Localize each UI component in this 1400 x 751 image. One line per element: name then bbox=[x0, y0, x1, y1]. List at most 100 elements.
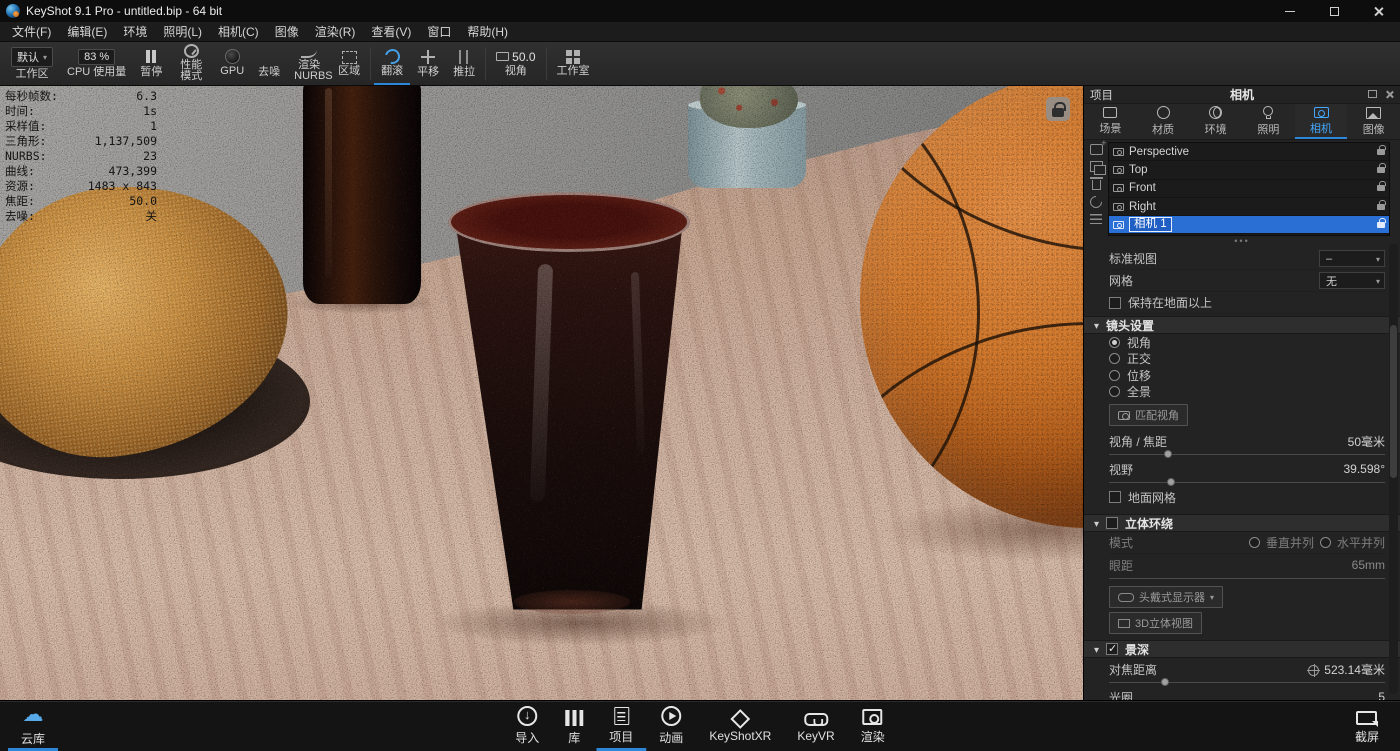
pause-button[interactable]: 暂停 bbox=[133, 42, 169, 85]
scrollbar-thumb[interactable] bbox=[1390, 325, 1397, 478]
add-camera-icon[interactable] bbox=[1090, 144, 1103, 155]
gpu-button[interactable]: GPU bbox=[213, 42, 251, 85]
lock-icon[interactable] bbox=[1377, 149, 1385, 155]
performance-mode-button[interactable]: 性能模式 bbox=[169, 42, 213, 85]
eye-distance-slider[interactable] bbox=[1109, 576, 1385, 579]
camera-row-right[interactable]: Right bbox=[1109, 198, 1389, 216]
camera-row-camera1-selected[interactable]: 相机 1 bbox=[1109, 216, 1389, 234]
menu-image[interactable]: 图像 bbox=[267, 22, 307, 41]
slider-thumb[interactable] bbox=[1167, 478, 1175, 486]
undock-panel-icon[interactable] bbox=[1368, 90, 1377, 98]
close-panel-icon[interactable] bbox=[1385, 90, 1394, 99]
menu-camera[interactable]: 相机(C) bbox=[210, 22, 267, 41]
pan-tool-button[interactable]: 平移 bbox=[410, 42, 446, 85]
menu-edit[interactable]: 编辑(E) bbox=[59, 22, 115, 41]
slider-thumb[interactable] bbox=[1164, 450, 1172, 458]
dof-checkbox[interactable] bbox=[1106, 643, 1118, 655]
tumble-tool-button[interactable]: 翻滚 bbox=[374, 42, 410, 85]
maximize-button[interactable] bbox=[1312, 0, 1356, 22]
camera-list: Perspective Top Front Right 相机 1 bbox=[1108, 142, 1390, 236]
reset-camera-icon[interactable] bbox=[1088, 194, 1105, 211]
main-toolbar: 默认 工作区 83 % CPU 使用量 暂停 性能模式 GPU 去噪 渲染NUR… bbox=[0, 42, 1400, 86]
menu-lighting[interactable]: 照明(L) bbox=[155, 22, 210, 41]
stereo-3d-view-button[interactable]: 3D立体视图 bbox=[1109, 612, 1202, 634]
keyshotxr-button[interactable]: KeyShotXR bbox=[696, 701, 784, 751]
denoise-button[interactable]: 去噪 bbox=[251, 42, 287, 85]
stat-row: 资源:1483 x 843 bbox=[5, 179, 157, 194]
project-document-icon bbox=[614, 707, 629, 725]
slider-thumb[interactable] bbox=[1161, 678, 1169, 686]
side-by-side-horizontal-radio[interactable] bbox=[1320, 537, 1331, 548]
render-button[interactable]: 渲染 bbox=[848, 701, 898, 751]
cpu-usage-indicator[interactable]: 83 % CPU 使用量 bbox=[60, 42, 133, 85]
tab-material[interactable]: 材质 bbox=[1137, 104, 1190, 139]
camera-row-front[interactable]: Front bbox=[1109, 180, 1389, 198]
ground-grid-checkbox[interactable] bbox=[1109, 491, 1121, 503]
tab-scene[interactable]: 场景 bbox=[1084, 104, 1137, 139]
workspace-selector[interactable]: 默认 工作区 bbox=[4, 42, 60, 85]
list-resize-handle[interactable]: ••• bbox=[1084, 236, 1400, 248]
nurbs-curve-icon bbox=[301, 44, 317, 58]
hmd-button[interactable]: 头戴式显示器 bbox=[1109, 586, 1223, 608]
collapse-caret-icon bbox=[1094, 318, 1099, 332]
animation-button[interactable]: 动画 bbox=[646, 701, 696, 751]
stereo-section[interactable]: 立体环绕 bbox=[1084, 514, 1400, 532]
tab-image[interactable]: 图像 bbox=[1347, 104, 1400, 139]
library-button[interactable]: 库 bbox=[552, 701, 596, 751]
perspective-radio[interactable] bbox=[1109, 337, 1120, 348]
stereo-checkbox[interactable] bbox=[1106, 517, 1118, 529]
fov-field[interactable]: 50.0 视角 bbox=[489, 42, 542, 85]
import-button[interactable]: 导入 bbox=[502, 701, 552, 751]
lock-icon[interactable] bbox=[1377, 204, 1385, 210]
render-nurbs-button[interactable]: 渲染NURBS bbox=[287, 42, 331, 85]
menu-render[interactable]: 渲染(R) bbox=[307, 22, 364, 41]
keyvr-button[interactable]: KeyVR bbox=[784, 701, 847, 751]
tab-environment[interactable]: 环境 bbox=[1189, 104, 1242, 139]
lock-icon[interactable] bbox=[1377, 222, 1385, 228]
screenshot-button[interactable]: 截屏 bbox=[1342, 701, 1392, 751]
menu-environment[interactable]: 环境 bbox=[115, 22, 155, 41]
performance-gauge-icon bbox=[184, 44, 199, 58]
shift-radio[interactable] bbox=[1109, 370, 1120, 381]
dof-section[interactable]: 景深 bbox=[1084, 640, 1400, 658]
match-perspective-button[interactable]: 匹配视角 bbox=[1109, 404, 1188, 426]
region-button[interactable]: 区域 bbox=[331, 42, 367, 85]
menu-view[interactable]: 查看(V) bbox=[363, 22, 419, 41]
camera-keyframes-icon[interactable] bbox=[1090, 214, 1102, 224]
camera-row-top[interactable]: Top bbox=[1109, 161, 1389, 179]
camera-row-perspective[interactable]: Perspective bbox=[1109, 143, 1389, 161]
keep-above-ground-checkbox[interactable] bbox=[1109, 297, 1121, 309]
camera-list-tools bbox=[1086, 142, 1106, 236]
viewport-lock-button[interactable] bbox=[1046, 97, 1070, 121]
menu-help[interactable]: 帮助(H) bbox=[459, 22, 516, 41]
menu-file[interactable]: 文件(F) bbox=[4, 22, 59, 41]
tab-lighting[interactable]: 照明 bbox=[1242, 104, 1295, 139]
viewport-3d[interactable]: 每秒帧数:6.3 时间:1s 采样值:1 三角形:1,137,509 NURBS… bbox=[0, 86, 1083, 700]
project-button[interactable]: 项目 bbox=[596, 701, 646, 751]
panoramic-radio[interactable] bbox=[1109, 386, 1120, 397]
tab-camera[interactable]: 相机 bbox=[1295, 104, 1348, 139]
lock-icon[interactable] bbox=[1377, 185, 1385, 191]
delete-camera-icon[interactable] bbox=[1092, 180, 1101, 190]
standard-view-dropdown[interactable]: – bbox=[1319, 250, 1385, 267]
minimize-button[interactable] bbox=[1268, 0, 1312, 22]
cloud-library-button[interactable]: ☁ 云库 bbox=[8, 701, 58, 751]
grid-dropdown[interactable]: 无 bbox=[1319, 272, 1385, 289]
studio-button[interactable]: 工作室 bbox=[550, 42, 597, 85]
panel-scrollbar[interactable] bbox=[1389, 244, 1398, 694]
camera-name-editbox[interactable]: 相机 1 bbox=[1129, 217, 1172, 232]
focus-pick-target-icon[interactable] bbox=[1308, 665, 1319, 676]
side-by-side-vertical-radio[interactable] bbox=[1249, 537, 1260, 548]
menu-window[interactable]: 窗口 bbox=[419, 22, 459, 41]
focal-length-slider[interactable] bbox=[1109, 452, 1385, 455]
lock-icon[interactable] bbox=[1377, 167, 1385, 173]
lens-settings-section[interactable]: 镜头设置 bbox=[1084, 316, 1400, 334]
dolly-tool-button[interactable]: 推拉 bbox=[446, 42, 482, 85]
menubar: 文件(F) 编辑(E) 环境 照明(L) 相机(C) 图像 渲染(R) 查看(V… bbox=[0, 22, 1400, 42]
fov-value: 50.0 bbox=[512, 50, 535, 64]
orthographic-radio[interactable] bbox=[1109, 353, 1120, 364]
close-button[interactable] bbox=[1356, 0, 1400, 22]
fov-slider[interactable] bbox=[1109, 480, 1385, 483]
focus-distance-slider[interactable] bbox=[1109, 680, 1385, 683]
duplicate-camera-icon[interactable] bbox=[1090, 161, 1103, 172]
